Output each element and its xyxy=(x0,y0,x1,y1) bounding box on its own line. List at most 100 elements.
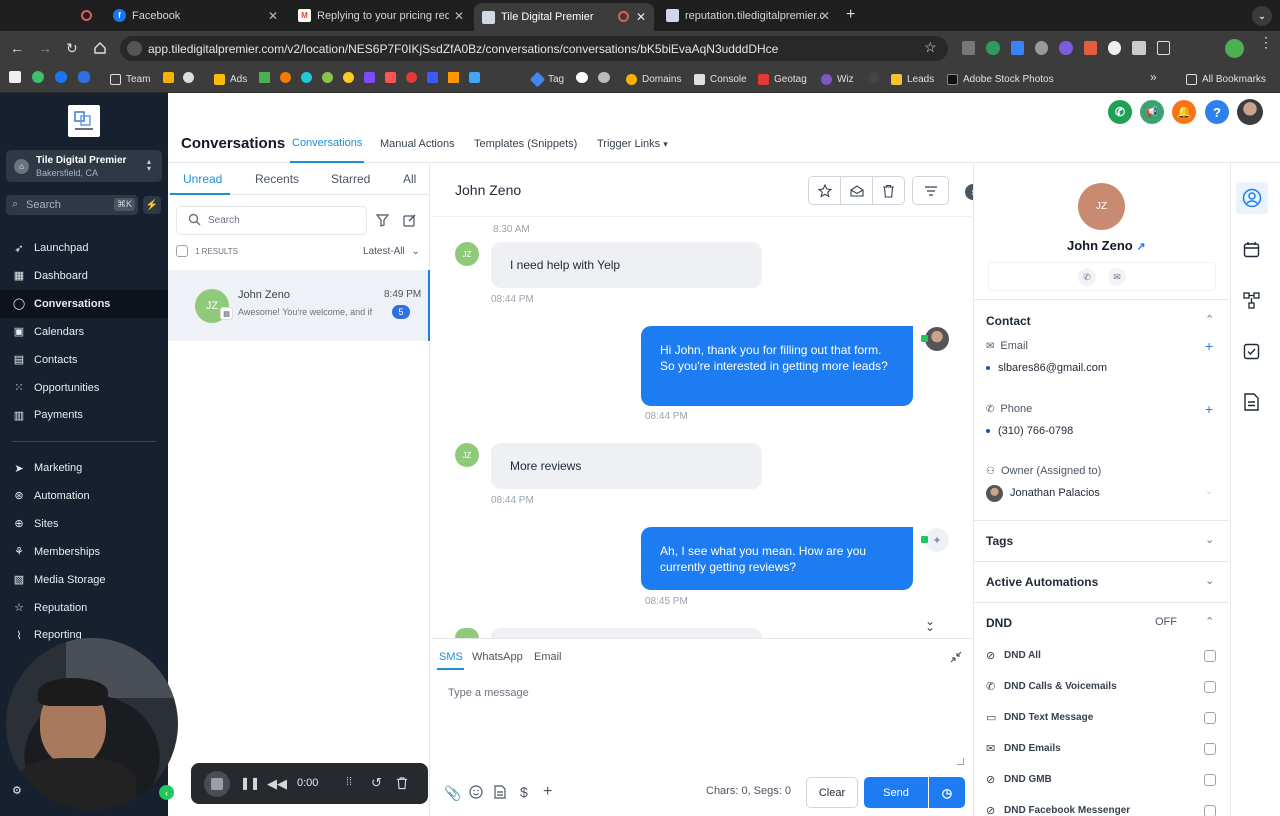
scroll-to-bottom-icon[interactable]: ⌄ ⌄ xyxy=(925,615,935,633)
bookmark-icon[interactable] xyxy=(163,72,174,83)
email-icon[interactable]: ✉ xyxy=(1108,268,1126,286)
extension-icon[interactable] xyxy=(1083,41,1097,55)
sidebar-item-payments[interactable]: ▥ Payments xyxy=(12,406,83,424)
bookmark-tag[interactable]: Tag xyxy=(529,71,564,87)
extension-icon[interactable] xyxy=(1059,41,1073,55)
thread-filter-button[interactable] xyxy=(912,176,949,205)
list-search-input[interactable]: Search xyxy=(176,206,367,235)
forward-icon[interactable]: → xyxy=(38,40,52,56)
phone-value[interactable]: (310) 766-0798 xyxy=(998,425,1073,437)
owner-select[interactable]: Jonathan Palacios ⌄ xyxy=(986,484,1216,504)
expand-sidebar-icon[interactable]: ‹ xyxy=(159,785,174,800)
extension-icon[interactable] xyxy=(1107,41,1122,55)
bookmark-icon[interactable] xyxy=(343,72,354,83)
bookmark-icon[interactable] xyxy=(364,72,375,83)
sidebar-item-contacts[interactable]: ▤ Contacts xyxy=(12,351,78,369)
meta-icon[interactable] xyxy=(78,71,90,83)
extension-icon[interactable] xyxy=(1034,41,1049,55)
bookmark-icon[interactable] xyxy=(259,72,270,83)
close-icon[interactable]: ✕ xyxy=(454,9,464,23)
bookmark-icon[interactable] xyxy=(322,72,333,83)
bookmark-icon[interactable] xyxy=(427,72,438,83)
help-icon[interactable]: ? xyxy=(1205,100,1229,124)
phone-icon[interactable]: ✆ xyxy=(1108,100,1132,124)
bookmark-team[interactable]: Team xyxy=(110,71,150,87)
template-icon[interactable] xyxy=(494,785,506,799)
menu-kebab-icon[interactable]: ⋮ xyxy=(1259,35,1273,49)
bookmark-icon[interactable] xyxy=(183,72,194,83)
sidebar-item-reputation[interactable]: ☆ Reputation xyxy=(12,599,87,617)
reload-icon[interactable]: ↻ xyxy=(66,40,78,57)
dnd-checkbox[interactable] xyxy=(1204,650,1216,662)
bookmark-ads[interactable]: Ads xyxy=(214,71,247,87)
extension-icon[interactable] xyxy=(1132,41,1146,55)
discard-trash-icon[interactable] xyxy=(396,776,408,790)
browser-tab-facebook[interactable]: f Facebook ✕ xyxy=(104,4,286,27)
dnd-checkbox[interactable] xyxy=(1204,681,1216,693)
bookmark-geotag[interactable]: Geotag xyxy=(758,71,807,87)
select-all-checkbox[interactable] xyxy=(176,245,188,257)
site-info-icon[interactable] xyxy=(127,41,142,56)
channel-whatsapp[interactable]: WhatsApp xyxy=(472,651,523,663)
email-value[interactable]: slbares86@gmail.com xyxy=(998,362,1107,374)
stop-record-button[interactable] xyxy=(204,771,230,797)
dnd-checkbox[interactable] xyxy=(1204,712,1216,724)
emoji-icon[interactable] xyxy=(469,785,483,799)
collapse-composer-icon[interactable] xyxy=(950,651,962,663)
compose-icon[interactable] xyxy=(403,214,416,227)
bookmark-wiz[interactable]: Wiz xyxy=(821,71,854,87)
attach-icon[interactable]: 📎 xyxy=(444,785,461,802)
bookmark-leads[interactable]: Leads xyxy=(891,71,934,87)
send-button[interactable]: Send xyxy=(864,777,928,808)
bookmark-icon[interactable] xyxy=(469,72,480,83)
bookmark-icon[interactable] xyxy=(598,72,610,83)
restart-icon[interactable]: ↺ xyxy=(371,775,382,791)
tab-starred[interactable]: Starred xyxy=(331,172,370,186)
tags-section-title[interactable]: Tags xyxy=(986,534,1013,548)
tab-trigger-links[interactable]: Trigger Links ▾ xyxy=(597,138,668,150)
bookmark-icon[interactable] xyxy=(448,72,459,83)
notes-icon[interactable] xyxy=(1244,393,1259,411)
list-item[interactable]: JZ ▤ John Zeno 8:49 PM Awesome! You're w… xyxy=(168,270,430,341)
bookmark-console[interactable]: Console xyxy=(694,71,747,87)
tab-all[interactable]: All xyxy=(403,172,416,186)
sidebar-item-launchpad[interactable]: ➶ Launchpad xyxy=(12,239,88,257)
add-icon[interactable]: + xyxy=(543,783,552,801)
chevron-down-icon[interactable]: ⌄ xyxy=(1205,533,1214,546)
megaphone-icon[interactable]: 📢 xyxy=(1140,100,1164,124)
close-icon[interactable]: ✕ xyxy=(820,9,830,23)
rewind-button[interactable]: ◀◀ xyxy=(267,776,287,792)
payment-icon[interactable]: $ xyxy=(520,784,528,800)
contact-profile-icon[interactable] xyxy=(1242,188,1262,208)
sort-dropdown[interactable]: Latest-All ⌄ xyxy=(363,246,420,257)
automations-section-title[interactable]: Active Automations xyxy=(986,575,1098,589)
tab-templates[interactable]: Templates (Snippets) xyxy=(474,138,577,150)
sidebar-item-sites[interactable]: ⊕ Sites xyxy=(12,515,58,533)
url-bar[interactable]: app.tiledigitalpremier.com/v2/location/N… xyxy=(120,36,948,61)
add-phone-icon[interactable]: + xyxy=(1205,401,1213,417)
new-tab-button[interactable]: + xyxy=(846,6,855,24)
resize-handle-icon[interactable] xyxy=(957,758,964,765)
chevron-up-icon[interactable]: ⌃ xyxy=(1205,615,1214,628)
tab-search-button[interactable]: ⌄ xyxy=(1252,6,1272,26)
browser-tab-gmail[interactable]: M Replying to your pricing requ ✕ xyxy=(290,4,472,27)
message-textarea[interactable]: Type a message xyxy=(439,678,965,766)
extensions-puzzle-icon[interactable] xyxy=(1156,41,1171,55)
notification-bell-icon[interactable]: 🔔 xyxy=(1172,100,1196,124)
extension-icon[interactable] xyxy=(962,41,976,55)
close-icon[interactable]: ✕ xyxy=(268,9,278,23)
bookmark-icon[interactable] xyxy=(301,72,312,83)
schedule-send-button[interactable]: ◷ xyxy=(929,777,965,808)
clear-button[interactable]: Clear xyxy=(806,777,858,808)
pause-button[interactable]: ❚❚ xyxy=(240,776,260,790)
dnd-checkbox[interactable] xyxy=(1204,743,1216,755)
dnd-checkbox[interactable] xyxy=(1204,805,1216,816)
recorder-grip-icon[interactable]: ⁞⁞ xyxy=(346,776,352,788)
tab-unread[interactable]: Unread xyxy=(183,172,222,186)
channel-sms[interactable]: SMS xyxy=(439,651,463,663)
tab-recents[interactable]: Recents xyxy=(255,172,299,186)
workflow-icon[interactable] xyxy=(1243,292,1260,309)
bookmark-icon[interactable] xyxy=(406,72,417,83)
bookmark-icon[interactable] xyxy=(576,72,588,83)
external-link-icon[interactable]: ↗ xyxy=(1136,241,1145,253)
